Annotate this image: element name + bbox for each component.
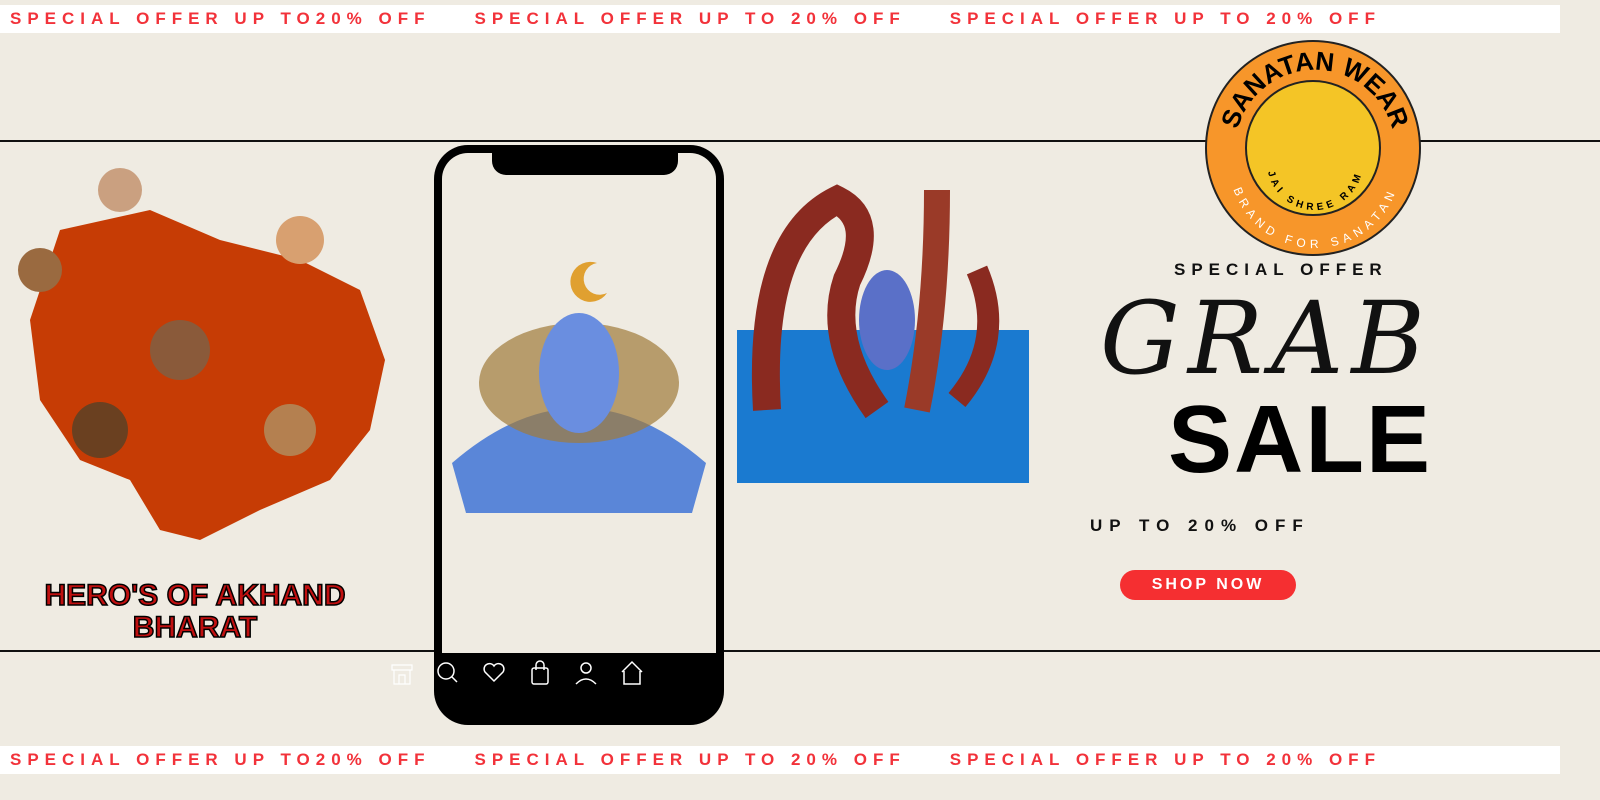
logo-subtitle: BRAND FOR SANATAN — [1230, 185, 1394, 251]
phone-screen — [442, 153, 716, 653]
heroes-artwork — [0, 150, 390, 620]
home-icon[interactable] — [620, 660, 644, 686]
ticker-text: SPECIAL OFFER UP TO 20% OFF — [949, 9, 1381, 28]
logo-title: SANATAN WEAR — [1215, 46, 1416, 132]
ticker-text: SPECIAL OFFER UP TO 20% OFF — [949, 750, 1381, 769]
svg-text:SANATAN WEAR: SANATAN WEAR — [1215, 46, 1416, 132]
ticker-bottom: SPECIAL OFFER UP TO20% OFF SPECIAL OFFER… — [0, 746, 1560, 774]
logo-tagline: JAI SHREE RAM — [1265, 169, 1361, 213]
brand-logo: SANATAN WEAR BRAND FOR SANATAN JAI SHREE… — [1205, 40, 1421, 256]
caption-line: BHARAT — [132, 611, 258, 645]
heart-icon[interactable] — [482, 660, 506, 686]
store-icon[interactable] — [390, 660, 414, 686]
svg-text:JAI SHREE RAM: JAI SHREE RAM — [1265, 169, 1365, 213]
special-offer-label: SPECIAL OFFER — [1174, 260, 1388, 279]
user-icon[interactable] — [574, 660, 598, 686]
bag-icon[interactable] — [528, 660, 552, 686]
ticker-top: SPECIAL OFFER UP TO20% OFF SPECIAL OFFER… — [0, 5, 1560, 33]
ticker-text: SPECIAL OFFER UP TO 20% OFF — [474, 750, 906, 769]
ticker-text: SPECIAL OFFER UP TO20% OFF — [10, 9, 431, 28]
svg-text:BRAND FOR SANATAN: BRAND FOR SANATAN — [1230, 185, 1399, 251]
search-icon[interactable] — [436, 660, 460, 686]
ticker-text: SPECIAL OFFER UP TO20% OFF — [10, 750, 431, 769]
divider-bottom — [0, 650, 1600, 652]
ticker-text: SPECIAL OFFER UP TO 20% OFF — [474, 9, 906, 28]
discount-text: UP TO 20% OFF — [1090, 516, 1310, 535]
phone-mockup — [434, 145, 724, 725]
caption-line: HERO'S OF AKHAND — [44, 579, 347, 613]
krishna-artwork — [737, 160, 1029, 483]
shiva-artwork — [452, 261, 706, 513]
heroes-caption: HERO'S OF AKHAND BHARAT — [30, 579, 360, 645]
sale-heading: SALE — [1168, 386, 1433, 493]
grab-heading: GRAB — [1100, 280, 1433, 397]
shop-now-button[interactable]: SHOP NOW — [1120, 570, 1296, 600]
phone-nav-bar — [390, 660, 644, 686]
phone-notch — [492, 153, 678, 175]
